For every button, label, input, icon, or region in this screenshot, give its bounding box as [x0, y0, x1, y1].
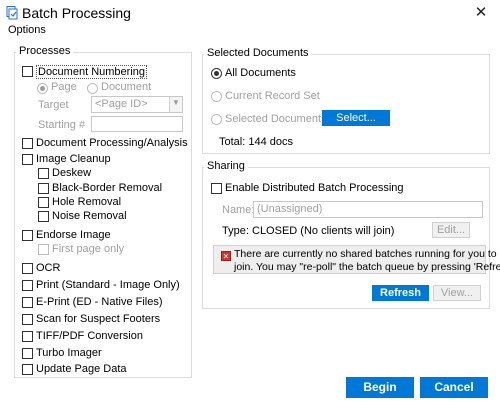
- all-documents-label: All Documents: [225, 67, 296, 79]
- update-page-data-label: Update Page Data: [36, 363, 127, 375]
- menu-options-label: Options: [8, 24, 46, 36]
- eprint-label: E-Print (ED - Native Files): [36, 296, 163, 308]
- refresh-button[interactable]: Refresh: [372, 285, 429, 301]
- turbo-imager-label: Turbo Imager: [36, 347, 102, 359]
- ocr-checkbox[interactable]: [22, 263, 33, 274]
- selected-documents-radio[interactable]: [211, 114, 222, 125]
- target-select-value: <Page ID>: [95, 98, 148, 110]
- window-title: Batch Processing: [22, 5, 131, 21]
- document-radio-label: Document: [101, 81, 152, 93]
- turbo-imager-checkbox[interactable]: [22, 348, 33, 359]
- hole-removal-label: Hole Removal: [52, 196, 122, 208]
- first-page-only-checkbox[interactable]: [38, 244, 49, 255]
- enable-distributed-label: Enable Distributed Batch Processing: [225, 182, 404, 194]
- enable-distributed-checkbox[interactable]: [211, 183, 222, 194]
- target-label: Target: [38, 99, 69, 111]
- name-label: Name:: [222, 204, 255, 216]
- edit-button[interactable]: Edit...: [432, 222, 470, 238]
- no-shared-batches-warning: ✕ There are currently no shared batches …: [213, 245, 500, 274]
- menu-options[interactable]: Options: [8, 24, 46, 36]
- doc-processing-label: Document Processing/Analysis: [36, 137, 188, 149]
- sharing-group-label: Sharing: [204, 160, 248, 172]
- warning-line-1: There are currently no shared batches ru…: [234, 248, 497, 260]
- deskew-label: Deskew: [52, 167, 92, 179]
- page-radio-label: Page: [51, 81, 77, 93]
- black-border-label: Black-Border Removal: [52, 182, 163, 194]
- update-page-data-checkbox[interactable]: [22, 364, 33, 375]
- image-cleanup-checkbox[interactable]: [22, 154, 33, 165]
- chevron-down-icon: ▼: [172, 98, 180, 107]
- begin-button[interactable]: Begin: [346, 377, 414, 398]
- endorse-image-label: Endorse Image: [36, 229, 111, 241]
- refresh-button-label: Refresh: [380, 287, 421, 299]
- scan-footers-checkbox[interactable]: [22, 314, 33, 325]
- title-bar: Batch Processing ✕: [0, 0, 500, 26]
- starting-number-input[interactable]: [91, 116, 183, 132]
- print-checkbox[interactable]: [22, 280, 33, 291]
- close-icon[interactable]: ✕: [462, 0, 500, 26]
- scan-footers-label: Scan for Suspect Footers: [36, 313, 161, 325]
- target-dropdown-button[interactable]: ▼: [169, 97, 182, 112]
- image-cleanup-label: Image Cleanup: [36, 153, 111, 165]
- endorse-image-checkbox[interactable]: [22, 230, 33, 241]
- all-documents-radio[interactable]: [211, 68, 222, 79]
- first-page-only-label: First page only: [52, 243, 125, 255]
- select-button[interactable]: Select...: [322, 110, 390, 126]
- selected-documents-label: Selected Documents: [225, 113, 327, 125]
- document-radio[interactable]: [87, 83, 98, 94]
- type-label: Type:: [222, 225, 249, 237]
- deskew-checkbox[interactable]: [38, 168, 49, 179]
- noise-removal-checkbox[interactable]: [38, 211, 49, 222]
- document-numbering-label: Document Numbering: [36, 65, 147, 79]
- tiff-pdf-label: TIFF/PDF Conversion: [36, 330, 143, 342]
- type-value: CLOSED (No clients will join): [252, 225, 395, 237]
- document-numbering-checkbox[interactable]: [22, 66, 33, 77]
- tiff-pdf-checkbox[interactable]: [22, 331, 33, 342]
- black-border-checkbox[interactable]: [38, 183, 49, 194]
- target-select[interactable]: <Page ID> ▼: [91, 96, 183, 113]
- warning-line-2: join. You may "re-poll" the batch queue …: [234, 261, 500, 273]
- doc-processing-checkbox[interactable]: [22, 138, 33, 149]
- print-label: Print (Standard - Image Only): [36, 279, 180, 291]
- cancel-button[interactable]: Cancel: [420, 377, 488, 398]
- noise-removal-label: Noise Removal: [52, 210, 127, 222]
- current-record-set-radio[interactable]: [211, 91, 222, 102]
- starting-number-label: Starting #: [38, 119, 86, 131]
- batch-processing-app-icon: [6, 6, 18, 20]
- name-input-value: (Unassigned): [257, 203, 323, 215]
- total-docs-text: Total: 144 docs: [219, 136, 293, 148]
- name-input[interactable]: (Unassigned): [253, 201, 483, 218]
- page-radio[interactable]: [37, 83, 48, 94]
- processes-group-label: Processes: [16, 45, 74, 57]
- selected-documents-group-label: Selected Documents: [204, 47, 312, 59]
- current-record-set-label: Current Record Set: [225, 90, 320, 102]
- error-icon: ✕: [221, 251, 231, 261]
- menu-bar: Options: [0, 24, 500, 40]
- eprint-checkbox[interactable]: [22, 297, 33, 308]
- view-button[interactable]: View...: [433, 285, 481, 301]
- ocr-label: OCR: [36, 262, 61, 274]
- hole-removal-checkbox[interactable]: [38, 197, 49, 208]
